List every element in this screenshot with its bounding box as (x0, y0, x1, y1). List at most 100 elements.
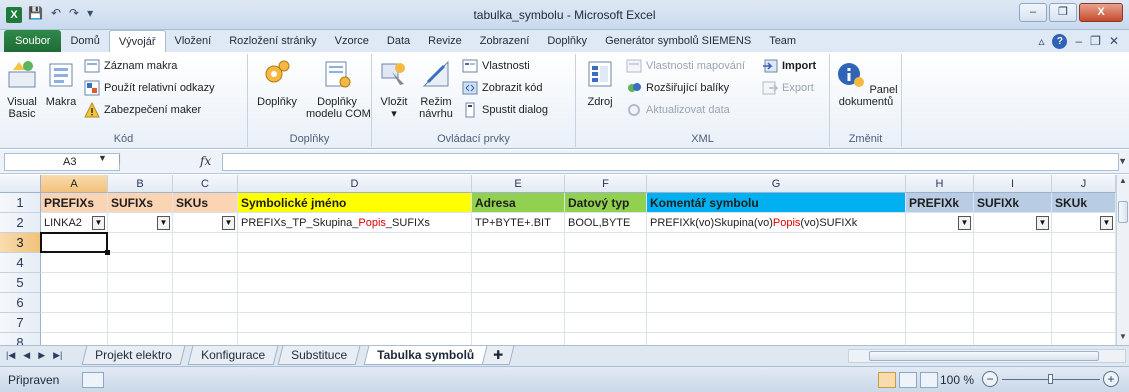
page-layout-view-button[interactable] (899, 372, 917, 388)
cell-g8[interactable] (647, 333, 906, 345)
row-header-2[interactable]: 2 (0, 213, 41, 233)
cell-i2[interactable]: ▼ (974, 213, 1052, 233)
cell-c7[interactable] (173, 313, 238, 333)
tab-4[interactable]: Rozložení stránky (220, 30, 325, 52)
dropdown-arrow-icon[interactable]: ▼ (1100, 216, 1113, 230)
cell-d5[interactable] (238, 273, 472, 293)
cell-e2[interactable]: TP+BYTE+.BIT (472, 213, 565, 233)
cell-c2[interactable]: ▼ (173, 213, 238, 233)
cell-j4[interactable] (1052, 253, 1116, 273)
panel-dokumentu-button[interactable]: Panel dokumentů (834, 58, 898, 108)
zobrazit-kod-button[interactable]: Zobrazit kód (462, 80, 543, 96)
minimize-ribbon-icon[interactable]: ▵ (1038, 34, 1044, 49)
zoom-slider[interactable] (1002, 374, 1100, 384)
column-header-i[interactable]: I (974, 175, 1052, 193)
cell-e4[interactable] (472, 253, 565, 273)
tab-6[interactable]: Data (378, 30, 419, 52)
cell-i8[interactable] (974, 333, 1052, 345)
cell-i7[interactable] (974, 313, 1052, 333)
zabezpeceni-maker-button[interactable]: Zabezpečení maker (84, 102, 201, 118)
vlozit-button[interactable]: Vložit ▾ (376, 58, 412, 120)
vertical-scroll-thumb[interactable] (1118, 201, 1128, 223)
prev-sheet-icon[interactable]: ◀ (23, 350, 30, 361)
cell-j8[interactable] (1052, 333, 1116, 345)
cell-b5[interactable] (108, 273, 173, 293)
column-header-e[interactable]: E (472, 175, 565, 193)
formula-input[interactable] (222, 153, 1119, 171)
cell-j1[interactable]: SKUk (1052, 193, 1116, 213)
close-button[interactable]: X (1079, 3, 1123, 22)
row-header-4[interactable]: 4 (0, 253, 41, 273)
expand-formula-bar-icon[interactable]: ▼ (1118, 156, 1127, 166)
cell-i5[interactable] (974, 273, 1052, 293)
cell-h6[interactable] (906, 293, 974, 313)
cell-c6[interactable] (173, 293, 238, 313)
vertical-scrollbar[interactable]: ▲ ▼ (1116, 175, 1129, 345)
column-header-b[interactable]: B (108, 175, 173, 193)
relativni-odkazy-button[interactable]: Použít relativní odkazy (84, 80, 215, 96)
import-button[interactable]: Import (762, 58, 816, 74)
visual-basic-button[interactable]: Visual Basic (4, 58, 40, 120)
window-minimize-icon[interactable]: – (1075, 34, 1082, 49)
horizontal-scroll-thumb[interactable] (869, 351, 1099, 361)
cell-a7[interactable] (41, 313, 108, 333)
cell-c3[interactable] (173, 233, 238, 253)
tab-7[interactable]: Revize (419, 30, 471, 52)
cell-c1[interactable]: SKUs (173, 193, 238, 213)
cell-i6[interactable] (974, 293, 1052, 313)
cell-e7[interactable] (472, 313, 565, 333)
cell-f2[interactable]: BOOL,BYTE (565, 213, 647, 233)
sheet-tab-0[interactable]: Projekt elektro (81, 346, 186, 365)
sheet-tab-3[interactable]: Tabulka symbolů (363, 346, 488, 365)
rezim-navrhu-button[interactable]: Režim návrhu (416, 58, 456, 120)
cell-h4[interactable] (906, 253, 974, 273)
cell-a4[interactable] (41, 253, 108, 273)
cell-b4[interactable] (108, 253, 173, 273)
vlastnosti-button[interactable]: Vlastnosti (462, 58, 530, 74)
cell-f3[interactable] (565, 233, 647, 253)
cell-b7[interactable] (108, 313, 173, 333)
cell-b1[interactable]: SUFIXs (108, 193, 173, 213)
cell-h2[interactable]: ▼ (906, 213, 974, 233)
cell-h3[interactable] (906, 233, 974, 253)
cell-e5[interactable] (472, 273, 565, 293)
cell-b3[interactable] (108, 233, 173, 253)
cell-d1[interactable]: Symbolické jméno (238, 193, 472, 213)
tab-11[interactable]: Team (760, 30, 805, 52)
cell-g1[interactable]: Komentář symbolu (647, 193, 906, 213)
tab-9[interactable]: Doplňky (538, 30, 596, 52)
column-header-d[interactable]: D (238, 175, 472, 193)
select-all-corner[interactable] (0, 175, 41, 193)
cell-g2[interactable]: PREFIXk(vo)Skupina(vo)Popis(vo)SUFIXk (647, 213, 906, 233)
cell-d4[interactable] (238, 253, 472, 273)
fill-handle[interactable] (105, 250, 110, 255)
cell-h8[interactable] (906, 333, 974, 345)
tab-5[interactable]: Vzorce (326, 30, 378, 52)
cell-g3[interactable] (647, 233, 906, 253)
zdroj-button[interactable]: Zdroj (584, 58, 616, 108)
cell-a1[interactable]: PREFIXs (41, 193, 108, 213)
cell-j3[interactable] (1052, 233, 1116, 253)
cell-f7[interactable] (565, 313, 647, 333)
zaznam-makra-button[interactable]: Záznam makra (84, 58, 177, 74)
normal-view-button[interactable] (878, 372, 896, 388)
cell-i3[interactable] (974, 233, 1052, 253)
cell-d6[interactable] (238, 293, 472, 313)
cell-c8[interactable] (173, 333, 238, 345)
zoom-level[interactable]: 100 % (940, 373, 974, 387)
cell-f4[interactable] (565, 253, 647, 273)
row-header-3[interactable]: 3 (0, 233, 41, 253)
window-restore-icon[interactable]: ❐ (1090, 34, 1101, 49)
restore-button[interactable]: ❐ (1049, 3, 1077, 22)
cell-d3[interactable] (238, 233, 472, 253)
cell-d8[interactable] (238, 333, 472, 345)
cell-a5[interactable] (41, 273, 108, 293)
sheet-tab-1[interactable]: Konfigurace (187, 346, 279, 365)
cell-d7[interactable] (238, 313, 472, 333)
tab-1[interactable]: Domů (61, 30, 108, 52)
row-header-5[interactable]: 5 (0, 273, 41, 293)
column-header-g[interactable]: G (647, 175, 906, 193)
cell-g4[interactable] (647, 253, 906, 273)
aktualizovat-data-button[interactable]: Aktualizovat data (626, 102, 730, 118)
dropdown-arrow-icon[interactable]: ▼ (1036, 216, 1049, 230)
